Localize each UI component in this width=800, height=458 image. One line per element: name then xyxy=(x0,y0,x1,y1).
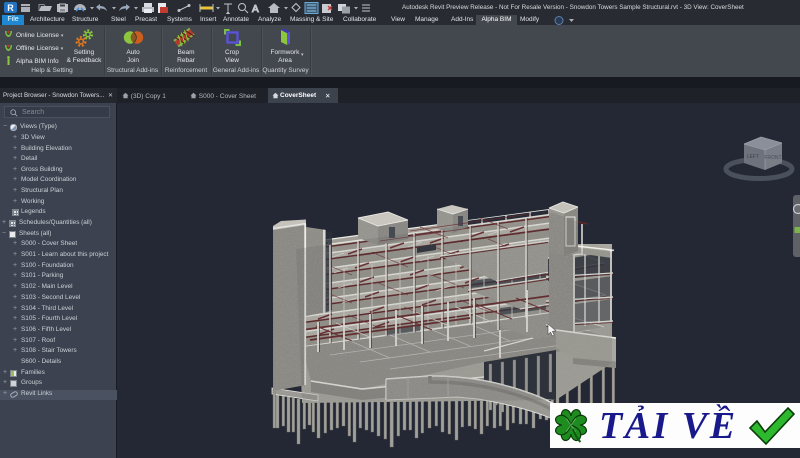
svg-text:R: R xyxy=(7,3,14,13)
svg-text:FRONT: FRONT xyxy=(764,155,781,161)
svg-text:LEFT: LEFT xyxy=(747,154,759,160)
svg-text:A: A xyxy=(252,4,259,15)
